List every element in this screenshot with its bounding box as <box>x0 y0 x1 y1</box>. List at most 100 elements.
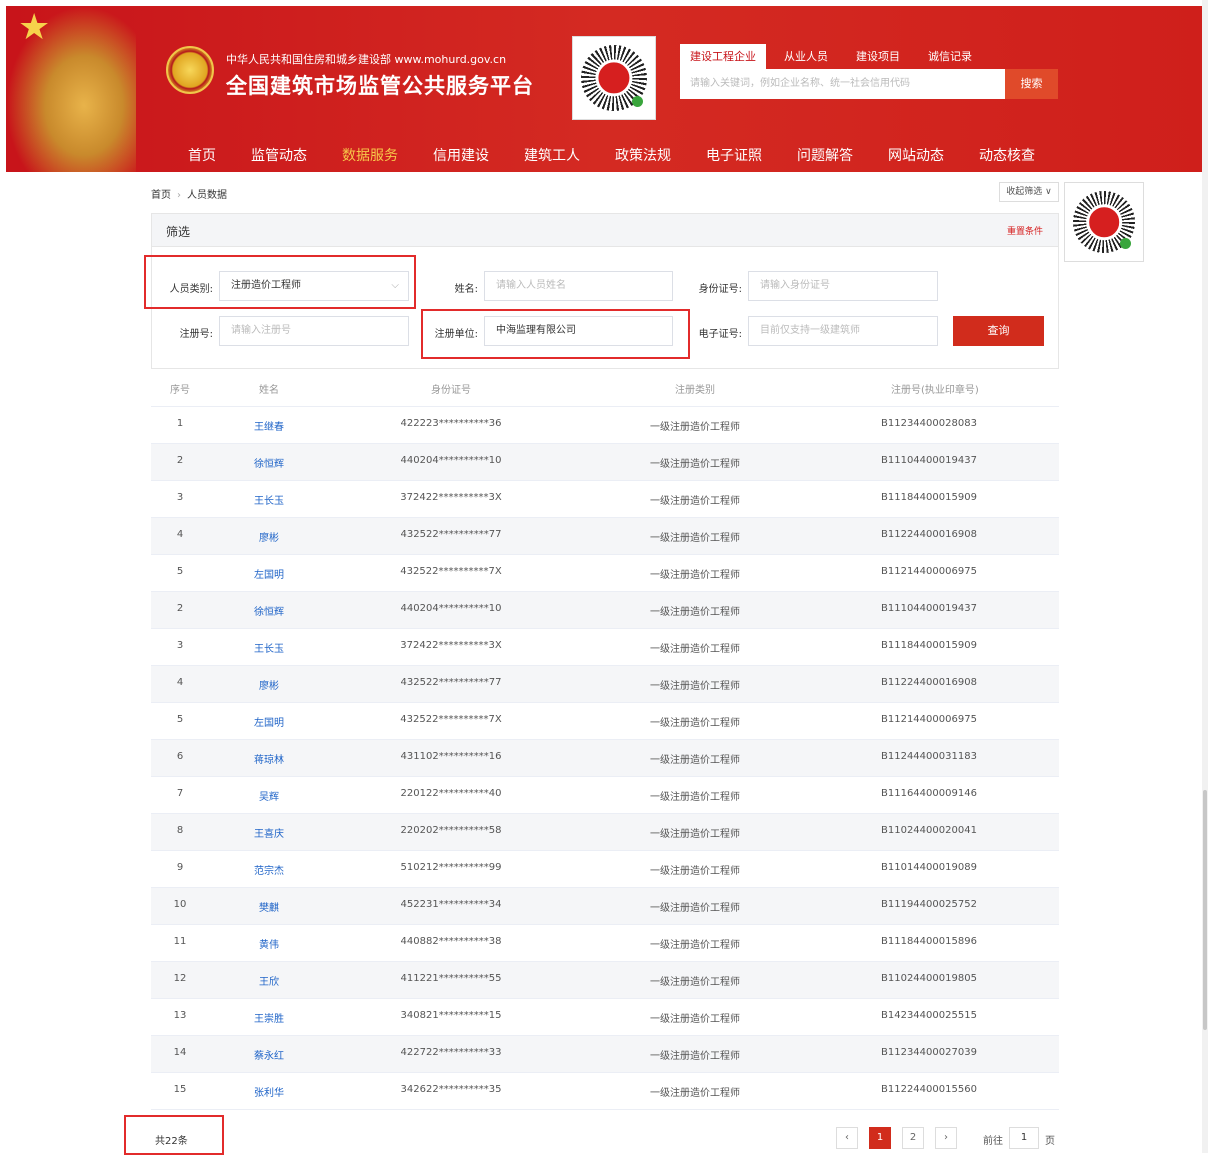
cell-category: 一级注册造价工程师 <box>650 1051 740 1062</box>
scrollbar-thumb[interactable] <box>1203 790 1207 1030</box>
nav-item-3[interactable]: 信用建设 <box>417 134 505 172</box>
cell-name[interactable]: 吴辉 <box>219 788 319 803</box>
cell-id-number: 342622**********35 <box>400 1084 502 1095</box>
cell-id-number: 452231**********34 <box>400 899 502 910</box>
scrollbar[interactable] <box>1202 0 1208 1153</box>
cell-index: 5 <box>176 714 184 725</box>
nav-item-8[interactable]: 网站动态 <box>872 134 960 172</box>
search-tab-3[interactable]: 诚信记录 <box>918 44 982 69</box>
cell-name[interactable]: 王喜庆 <box>219 825 319 840</box>
cell-index: 9 <box>176 862 184 873</box>
cell-name[interactable]: 廖彬 <box>219 529 319 544</box>
cell-id-number: 340821**********15 <box>400 1010 502 1021</box>
cell-name[interactable]: 范宗杰 <box>219 862 319 877</box>
cell-name[interactable]: 左国明 <box>219 714 319 729</box>
table-row: 1 王继春 422223**********36 一级注册造价工程师 B11234400… <box>151 407 1059 444</box>
cell-id-number: 440204**********10 <box>400 603 502 614</box>
cell-name[interactable]: 徐恒辉 <box>219 455 319 470</box>
table-row: 11 黄伟 440882**********38 一级注册造价工程师 B11184400… <box>151 925 1059 962</box>
cell-reg-number: B11224400016908 <box>881 529 977 540</box>
cell-reg-number: B11214400006975 <box>881 714 977 725</box>
cell-reg-number: B11104400019437 <box>881 603 977 614</box>
col-header-reg-no: 注册号(执业印章号) <box>891 385 979 396</box>
filter-header: 筛选 重置条件 <box>151 213 1059 247</box>
page-1-button[interactable]: 1 <box>869 1127 891 1149</box>
cell-id-number: 220202**********58 <box>400 825 502 836</box>
cell-index: 3 <box>176 492 184 503</box>
nav-item-7[interactable]: 问题解答 <box>781 134 869 172</box>
id-number-input[interactable]: 请输入身份证号 <box>748 271 938 301</box>
cell-category: 一级注册造价工程师 <box>650 977 740 988</box>
search-tab-1[interactable]: 从业人员 <box>774 44 838 69</box>
goto-page-input[interactable]: 1 <box>1009 1127 1039 1149</box>
cell-name[interactable]: 蔡永红 <box>219 1047 319 1062</box>
table-body: 1 王继春 422223**********36 一级注册造价工程师 B11234400… <box>151 407 1059 1110</box>
cell-name[interactable]: 王长玉 <box>219 492 319 507</box>
search-tab-2[interactable]: 建设项目 <box>846 44 910 69</box>
cell-name[interactable]: 黄伟 <box>219 936 319 951</box>
cell-name[interactable]: 徐恒辉 <box>219 603 319 618</box>
next-page-button[interactable]: › <box>935 1127 957 1149</box>
cell-reg-number: B11194400025752 <box>881 899 977 910</box>
cell-reg-number: B11184400015909 <box>881 492 977 503</box>
query-button[interactable]: 查询 <box>953 316 1044 346</box>
page-2-button[interactable]: 2 <box>902 1127 924 1149</box>
cell-name[interactable]: 王崇胜 <box>219 1010 319 1025</box>
cell-id-number: 220122**********40 <box>400 788 502 799</box>
cell-reg-number: B11224400016908 <box>881 677 977 688</box>
cell-reg-number: B11184400015896 <box>881 936 977 947</box>
name-label: 姓名: <box>454 284 478 295</box>
cell-category: 一级注册造价工程师 <box>650 533 740 544</box>
cell-reg-number: B11184400015909 <box>881 640 977 651</box>
filter-title: 筛选 <box>166 225 191 239</box>
col-header-id: 身份证号 <box>431 385 471 396</box>
nav-item-4[interactable]: 建筑工人 <box>508 134 596 172</box>
cell-id-number: 411221**********55 <box>400 973 502 984</box>
pagination: ‹ 1 2 › <box>836 1127 968 1149</box>
table-row: 9 范宗杰 510212**********99 一级注册造价工程师 B11014400… <box>151 851 1059 888</box>
prev-page-button[interactable]: ‹ <box>836 1127 858 1149</box>
cell-category: 一级注册造价工程师 <box>650 866 740 877</box>
nav-item-9[interactable]: 动态核查 <box>963 134 1051 172</box>
nav-item-5[interactable]: 政策法规 <box>599 134 687 172</box>
highlight-box-reg-unit <box>421 309 690 359</box>
cell-id-number: 431102**********16 <box>400 751 502 762</box>
cell-category: 一级注册造价工程师 <box>650 570 740 581</box>
cell-index: 11 <box>173 936 187 947</box>
cell-name[interactable]: 左国明 <box>219 566 319 581</box>
nav-item-6[interactable]: 电子证照 <box>690 134 778 172</box>
cell-reg-number: B11234400027039 <box>881 1047 977 1058</box>
cell-index: 6 <box>176 751 184 762</box>
cell-name[interactable]: 王继春 <box>219 418 319 433</box>
chevron-right-icon: › <box>177 190 181 201</box>
reset-conditions-link[interactable]: 重置条件 <box>1007 224 1043 237</box>
ministry-line: 中华人民共和国住房和城乡建设部 www.mohurd.gov.cn <box>226 53 507 66</box>
nav-item-0[interactable]: 首页 <box>172 134 232 172</box>
cell-name[interactable]: 廖彬 <box>219 677 319 692</box>
cell-index: 5 <box>176 566 184 577</box>
collapse-filter-button[interactable]: 收起筛选 ∨ <box>999 182 1059 202</box>
search-input[interactable]: 请输入关键词，例如企业名称、统一社会信用代码 <box>680 69 1005 99</box>
nav-item-2[interactable]: 数据服务 <box>326 134 414 172</box>
reg-number-input[interactable]: 请输入注册号 <box>219 316 409 346</box>
search-button[interactable]: 搜索 <box>1005 69 1058 99</box>
e-cert-input[interactable]: 目前仅支持一级建筑师 <box>748 316 938 346</box>
cell-name[interactable]: 樊麒 <box>219 899 319 914</box>
cell-name[interactable]: 王欣 <box>219 973 319 988</box>
breadcrumb-home[interactable]: 首页 <box>151 190 171 201</box>
cell-name[interactable]: 王长玉 <box>219 640 319 655</box>
cell-index: 3 <box>176 640 184 651</box>
nav-item-1[interactable]: 监管动态 <box>235 134 323 172</box>
cell-category: 一级注册造价工程师 <box>650 718 740 729</box>
name-input[interactable]: 请输入人员姓名 <box>484 271 673 301</box>
total-count: 共22条 <box>155 1136 188 1147</box>
cell-reg-number: B11224400015560 <box>881 1084 977 1095</box>
cell-reg-number: B11024400019805 <box>881 973 977 984</box>
cell-category: 一级注册造价工程师 <box>650 681 740 692</box>
table-row: 3 王长玉 372422**********3X 一级注册造价工程师 B11184400… <box>151 481 1059 518</box>
cell-name[interactable]: 张利华 <box>219 1084 319 1099</box>
cell-reg-number: B11014400019089 <box>881 862 977 873</box>
cell-id-number: 422223**********36 <box>400 418 502 429</box>
cell-name[interactable]: 蒋琼林 <box>219 751 319 766</box>
search-tab-0[interactable]: 建设工程企业 <box>680 44 766 69</box>
